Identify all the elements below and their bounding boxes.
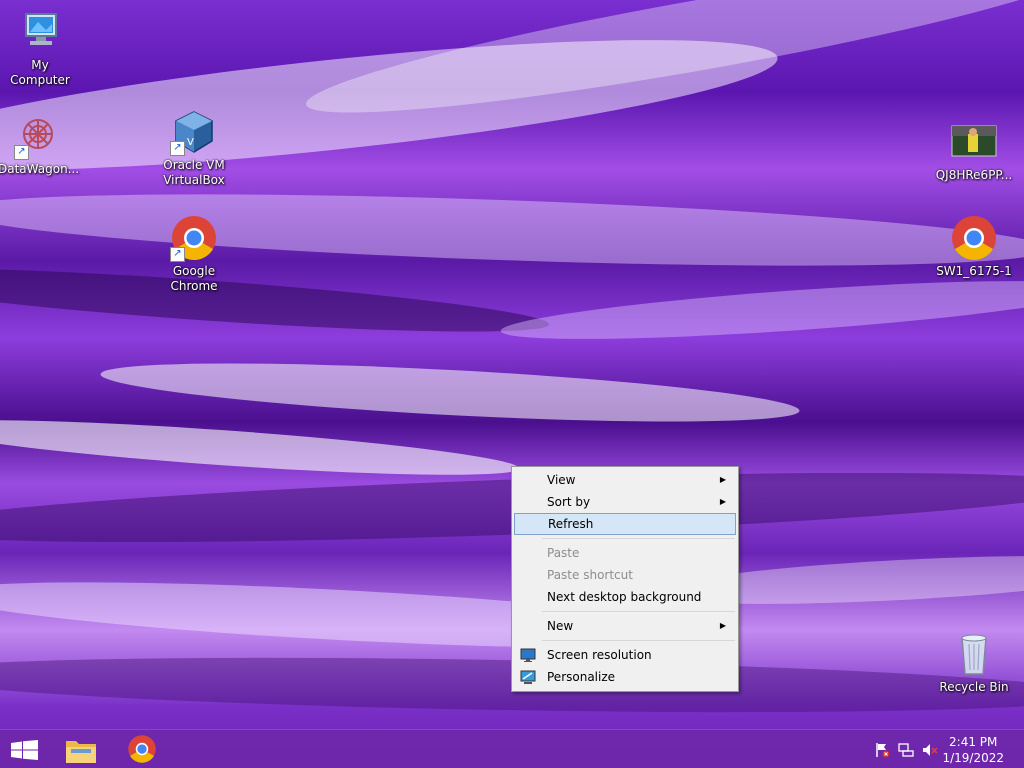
desktop-icon-virtualbox[interactable]: V ↗ Oracle VM VirtualBox — [154, 108, 234, 188]
desktop-icon-recycle-bin[interactable]: Recycle Bin — [934, 630, 1014, 695]
shortcut-arrow-icon: ↗ — [170, 247, 185, 262]
svg-text:V: V — [187, 137, 194, 148]
desktop-icon-label: My Computer — [10, 58, 70, 87]
menu-item-label: Paste — [547, 546, 580, 560]
menu-item-paste: Paste — [514, 542, 736, 564]
submenu-arrow-icon: ▶ — [719, 621, 726, 630]
menu-separator — [542, 640, 735, 641]
desktop-icon-label: Oracle VM VirtualBox — [163, 158, 225, 187]
desktop-context-menu: View ▶ Sort by ▶ Refresh Paste Paste sho… — [511, 466, 739, 692]
menu-item-label: Paste shortcut — [547, 568, 633, 582]
chrome-icon — [127, 734, 157, 767]
clock-time: 2:41 PM — [949, 735, 998, 749]
display-icon — [520, 647, 536, 663]
desktop-icon-label: DataWagon... — [0, 162, 80, 176]
submenu-arrow-icon: ▶ — [719, 497, 726, 506]
menu-item-label: New — [547, 619, 574, 633]
taskbar-chrome[interactable] — [118, 730, 168, 768]
shortcut-arrow-icon: ↗ — [170, 141, 185, 156]
submenu-arrow-icon: ▶ — [719, 475, 726, 484]
desktop-icon-datawagon[interactable]: ↗ DataWagon... — [0, 112, 80, 177]
menu-item-refresh[interactable]: Refresh — [514, 513, 736, 535]
menu-separator — [542, 538, 735, 539]
menu-item-new[interactable]: New ▶ — [514, 615, 736, 637]
desktop-icon-label: Recycle Bin — [939, 680, 1009, 694]
desktop-icon-label: QJ8HRe6PP... — [935, 168, 1013, 182]
shortcut-arrow-icon: ↗ — [14, 145, 29, 160]
menu-item-label: Sort by — [547, 495, 591, 509]
menu-item-sort-by[interactable]: Sort by ▶ — [514, 491, 736, 513]
desktop-icon-label: Google Chrome — [170, 264, 218, 293]
start-button[interactable] — [0, 730, 50, 768]
taskbar-file-explorer[interactable] — [56, 730, 106, 768]
desktop-icon-label: SW1_6175-1 — [936, 264, 1012, 278]
menu-item-screen-resolution[interactable]: Screen resolution — [514, 644, 736, 666]
recycle-bin-icon — [950, 630, 998, 678]
menu-item-next-desktop-background[interactable]: Next desktop background — [514, 586, 736, 608]
file-explorer-icon — [64, 735, 98, 768]
menu-item-label: View — [547, 473, 576, 487]
menu-separator — [542, 611, 735, 612]
menu-item-view[interactable]: View ▶ — [514, 469, 736, 491]
desktop-icon-my-computer[interactable]: My Computer — [0, 8, 80, 88]
menu-item-personalize[interactable]: Personalize — [514, 666, 736, 688]
chrome-icon: ↗ — [170, 214, 218, 262]
taskbar: 2:41 PM 1/19/2022 — [0, 729, 1024, 768]
desktop-icon-google-chrome[interactable]: ↗ Google Chrome — [154, 214, 234, 294]
menu-item-label: Refresh — [548, 517, 594, 531]
virtualbox-icon: V ↗ — [170, 108, 218, 156]
personalize-icon — [520, 669, 536, 685]
menu-item-label: Next desktop background — [547, 590, 702, 604]
desktop-icon-sw1-6175-1[interactable]: SW1_6175-1 — [934, 214, 1014, 279]
image-file-icon — [950, 118, 998, 166]
taskbar-clock[interactable]: 2:41 PM 1/19/2022 — [942, 734, 1004, 766]
network-icon[interactable] — [898, 742, 914, 758]
volume-muted-icon[interactable] — [922, 742, 938, 758]
datawagon-icon: ↗ — [14, 112, 62, 160]
chrome-icon — [950, 214, 998, 262]
action-center-flag-icon[interactable] — [874, 742, 890, 758]
menu-item-paste-shortcut: Paste shortcut — [514, 564, 736, 586]
clock-date: 1/19/2022 — [942, 751, 1004, 765]
computer-icon — [16, 8, 64, 56]
menu-item-label: Personalize — [547, 670, 616, 684]
start-icon — [11, 740, 38, 763]
desktop-icon-qj8hre6pp[interactable]: QJ8HRe6PP... — [934, 118, 1014, 183]
menu-item-label: Screen resolution — [547, 648, 652, 662]
